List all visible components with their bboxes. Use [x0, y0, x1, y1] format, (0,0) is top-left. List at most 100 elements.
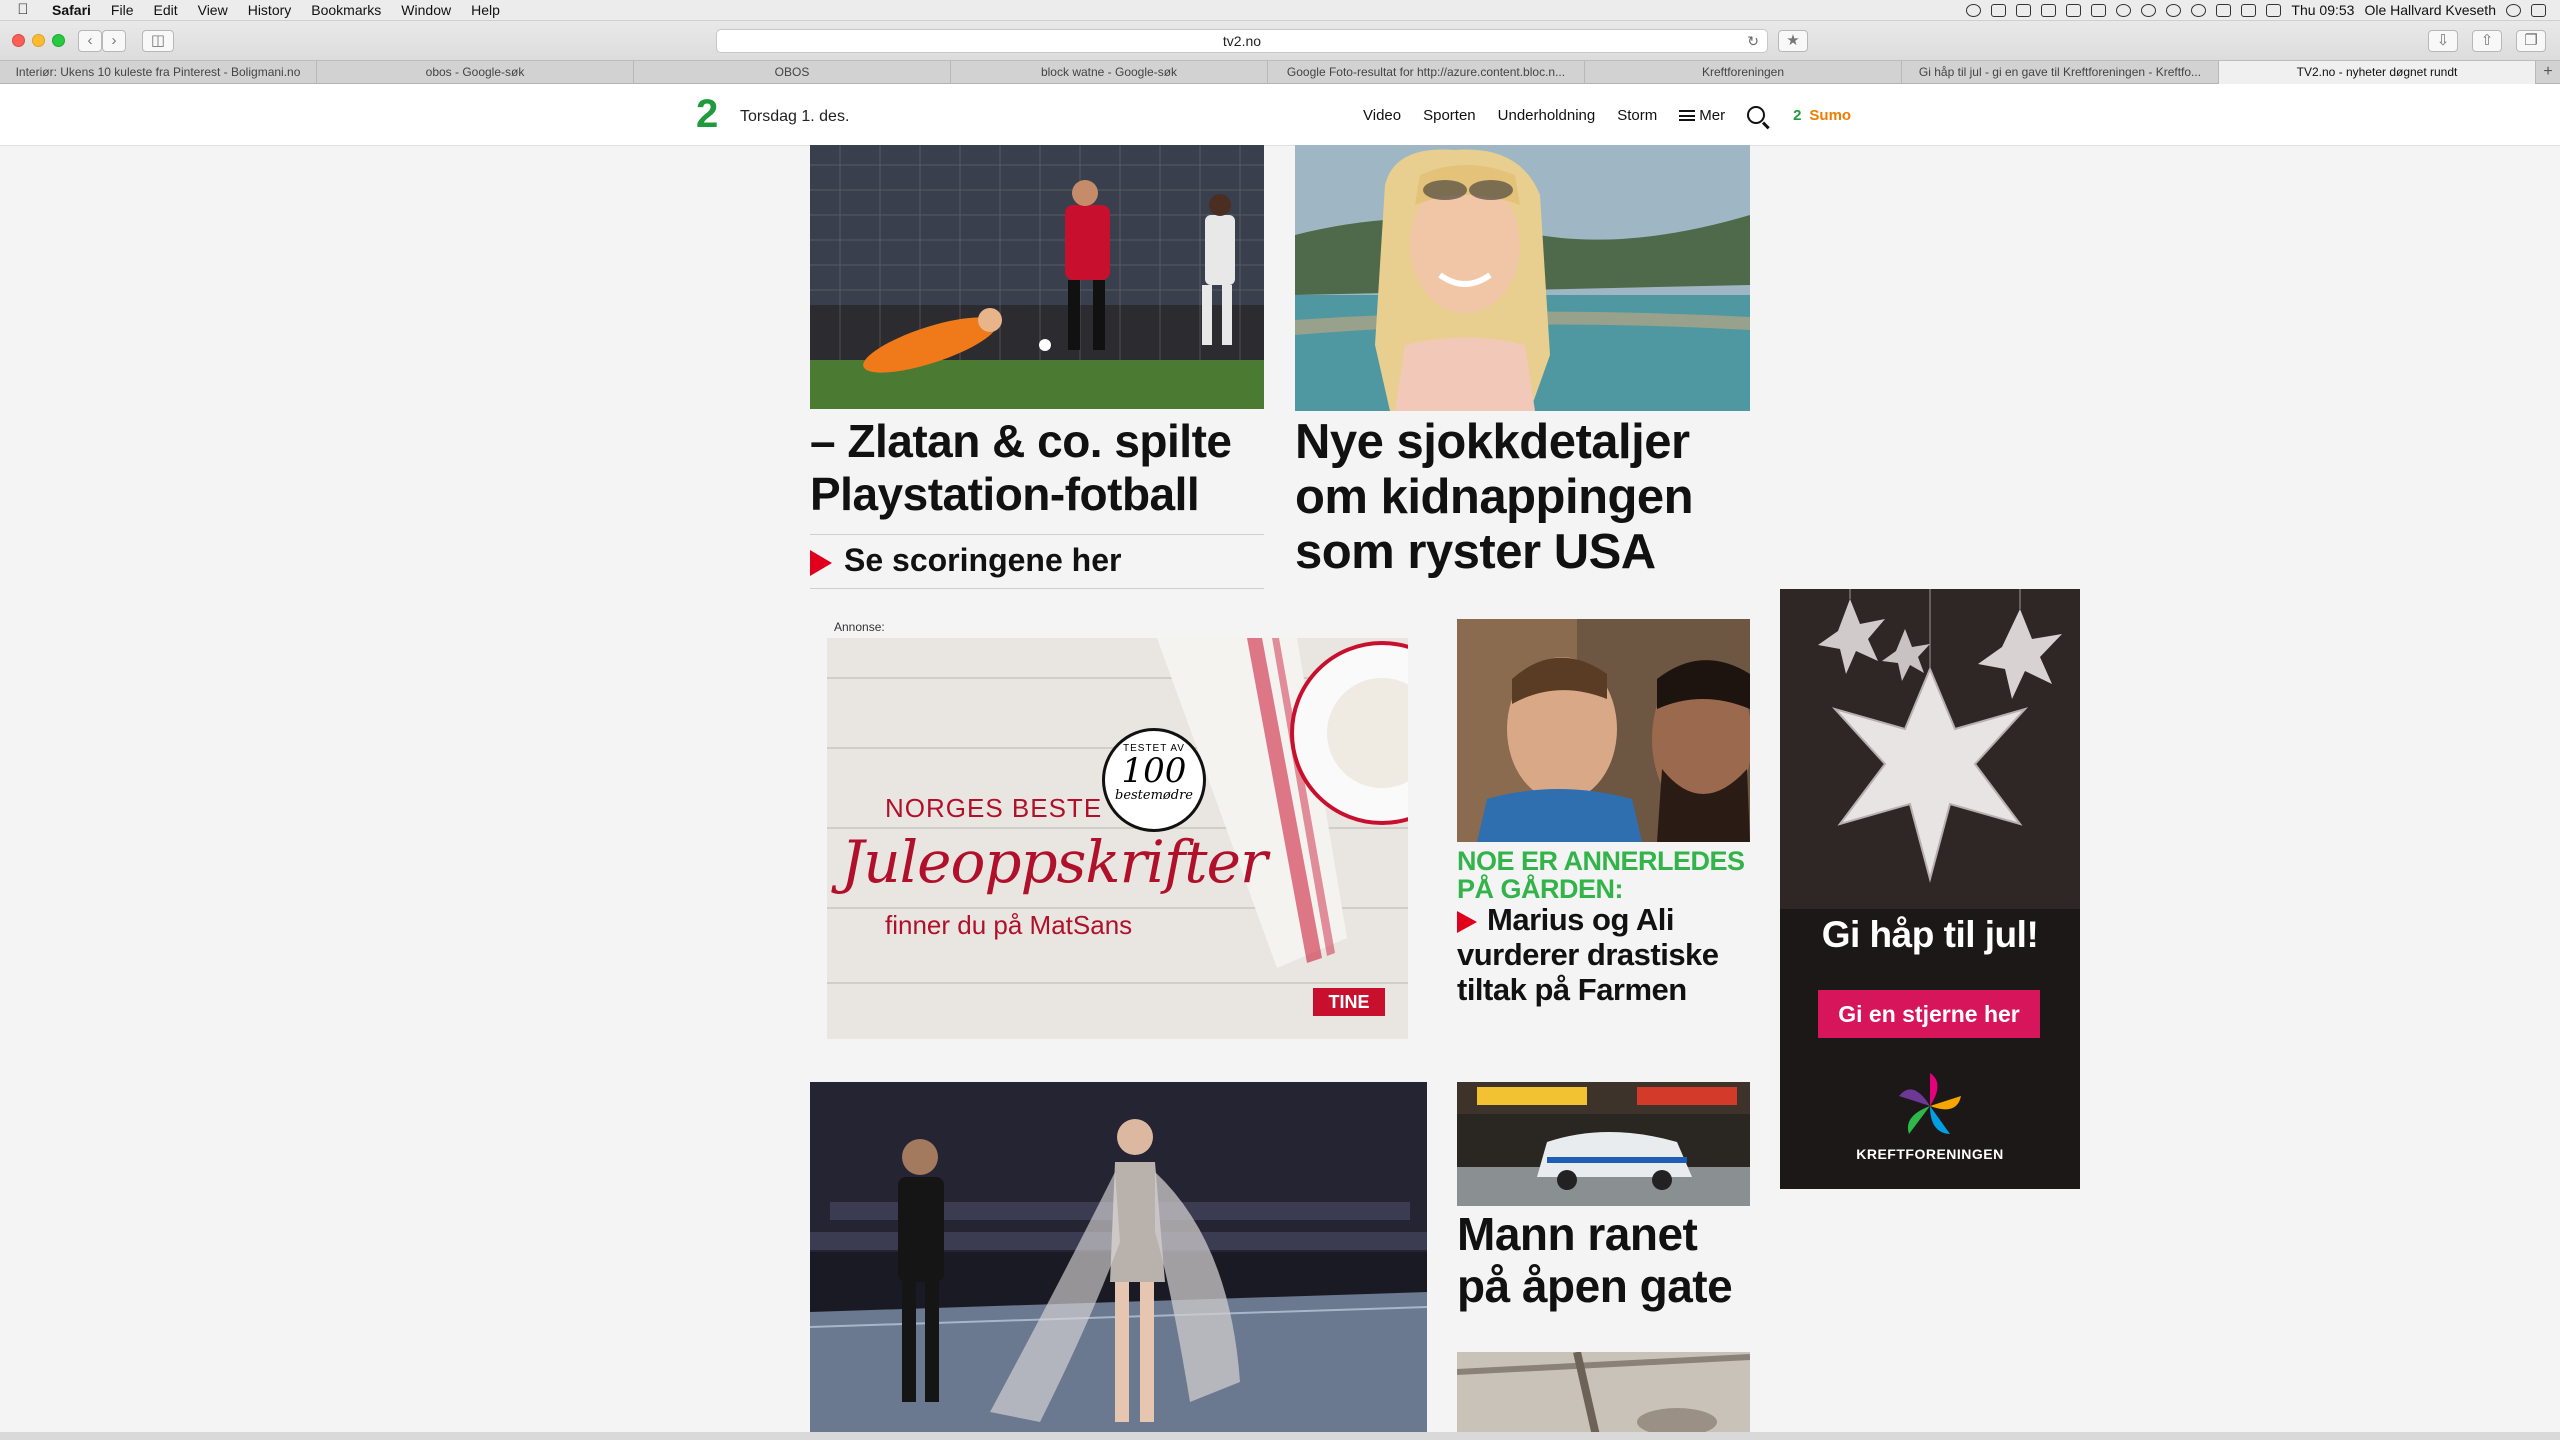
- next-article-photo: [1457, 1352, 1750, 1440]
- tab-obos-search[interactable]: obos - Google-søk: [317, 61, 634, 84]
- share-button[interactable]: ⇧: [2472, 30, 2502, 52]
- play-icon: [1457, 910, 1477, 933]
- next-article-image[interactable]: [1457, 1352, 1750, 1440]
- menu-help[interactable]: Help: [461, 0, 510, 21]
- tab-obos[interactable]: OBOS: [634, 61, 951, 84]
- screen-icon[interactable]: [2041, 3, 2057, 17]
- kreftforeningen-ad[interactable]: Gi håp til jul! Gi en stjerne her KREFTF…: [1780, 589, 2080, 1189]
- runway-image[interactable]: [810, 1082, 1427, 1440]
- ran-headline-line1: Mann ranet: [1457, 1208, 1698, 1260]
- tine-logo: TINE: [1313, 988, 1385, 1016]
- tab-boligmani[interactable]: Interiør: Ukens 10 kuleste fra Pinterest…: [0, 61, 317, 84]
- box-icon[interactable]: [2091, 3, 2107, 17]
- apple-icon[interactable]: : [14, 1, 32, 19]
- nav-mer-label: Mer: [1699, 106, 1726, 124]
- tab-block-watne[interactable]: block watne - Google-søk: [951, 61, 1268, 84]
- back-button[interactable]: ‹: [78, 30, 102, 52]
- sumo-label: Sumo: [1809, 106, 1852, 124]
- menu-history[interactable]: History: [238, 0, 302, 21]
- nav-sporten[interactable]: Sporten: [1423, 107, 1476, 124]
- airplay-icon[interactable]: [2216, 3, 2232, 17]
- url-text: tv2.no: [1222, 33, 1262, 49]
- farmen-image[interactable]: [1457, 619, 1750, 842]
- close-window-button[interactable]: [12, 34, 25, 47]
- notification-center-icon[interactable]: [2531, 3, 2546, 17]
- address-bar[interactable]: tv2.no ↻: [716, 29, 1768, 53]
- spotlight-icon[interactable]: [2506, 3, 2521, 17]
- zoom-window-button[interactable]: [52, 34, 65, 47]
- nav-storm[interactable]: Storm: [1617, 107, 1657, 124]
- time-machine-icon[interactable]: [2141, 3, 2157, 17]
- user-name[interactable]: Ole Hallvard Kveseth: [2364, 2, 2496, 18]
- menu-app[interactable]: Safari: [42, 0, 101, 21]
- wifi-icon[interactable]: [2191, 3, 2207, 17]
- sumo-logo: 2: [1793, 106, 1802, 124]
- farmen-headline[interactable]: Marius og Ali vurderer drastiske tiltak …: [1457, 902, 1719, 1007]
- downloads-button[interactable]: ⇩: [2428, 30, 2458, 52]
- site-header: 2 Torsdag 1. des. Video Sporten Underhol…: [0, 84, 2560, 146]
- clock[interactable]: Thu 09:53: [2291, 2, 2354, 18]
- runway-photo: [810, 1082, 1427, 1440]
- browser-toolbar: ‹ › ◫ tv2.no ↻ ★ ⇩ ⇧ ❐: [0, 21, 2560, 61]
- menu-bookmarks[interactable]: Bookmarks: [301, 0, 391, 21]
- search-icon[interactable]: [1747, 106, 1766, 124]
- bestemodre-stamp: TESTET AV 100 bestemødre: [1102, 728, 1206, 832]
- nav-video[interactable]: Video: [1363, 107, 1401, 124]
- sidebar-button[interactable]: ◫: [142, 30, 174, 52]
- football-headline[interactable]: – Zlatan & co. spilte Playstation-fotbal…: [810, 415, 1232, 521]
- tabs-overview-button[interactable]: ❐: [2516, 30, 2546, 52]
- football-sub-link[interactable]: Se scoringene her: [810, 542, 1121, 579]
- kidnap-image[interactable]: [1295, 145, 1750, 411]
- farmen-headline-line1: Marius og Ali: [1487, 902, 1674, 937]
- kidnap-headline[interactable]: Nye sjokkdetaljer om kidnappingen som ry…: [1295, 415, 1694, 580]
- farmen-kicker-line1: NOE ER ANNERLEDES: [1457, 846, 1745, 876]
- horizontal-scrollbar[interactable]: [0, 1432, 2560, 1440]
- menu-icon: [1679, 110, 1696, 122]
- tab-tv2[interactable]: TV2.no - nyheter døgnet rundt: [2219, 61, 2536, 84]
- tab-kreftforeningen[interactable]: Kreftforeningen: [1585, 61, 1902, 84]
- kreft-flower-icon: [1899, 1073, 1961, 1134]
- kreft-title: Gi håp til jul!: [1821, 914, 2039, 955]
- menu-window[interactable]: Window: [391, 0, 461, 21]
- kreft-brand: KREFTFORENINGEN: [1856, 1146, 2004, 1162]
- reload-icon[interactable]: ↻: [1747, 30, 1759, 52]
- volume-icon[interactable]: [2241, 3, 2257, 17]
- download-icon: ⇩: [2436, 32, 2450, 49]
- farmen-kicker-line2: PÅ GÅRDEN:: [1457, 873, 1624, 904]
- minimize-window-button[interactable]: [32, 34, 45, 47]
- football-headline-line1: – Zlatan & co. spilte: [810, 415, 1232, 467]
- tab-google-foto[interactable]: Google Foto-resultat for http://azure.co…: [1268, 61, 1585, 84]
- dropbox-icon[interactable]: [2066, 3, 2082, 17]
- ran-headline-line2: på åpen gate: [1457, 1260, 1733, 1313]
- ad-label: Annonse:: [834, 620, 885, 634]
- nav-mer[interactable]: Mer: [1679, 107, 1725, 124]
- tine-line3: finner du på MatSans: [885, 910, 1133, 940]
- gi-stjerne-button[interactable]: Gi en stjerne her: [1818, 990, 2040, 1038]
- football-image[interactable]: [810, 145, 1264, 409]
- reader-button[interactable]: ★: [1778, 30, 1808, 52]
- football-sub-text: Se scoringene her: [844, 542, 1122, 578]
- forward-button[interactable]: ›: [102, 30, 126, 52]
- tine-line2: Juleoppskrifter: [841, 828, 1268, 896]
- ran-headline[interactable]: Mann ranet på åpen gate: [1457, 1208, 1733, 1313]
- menu-file[interactable]: File: [101, 0, 144, 21]
- new-tab-button[interactable]: +: [2536, 61, 2560, 83]
- creative-cloud-icon[interactable]: [1966, 3, 1982, 17]
- kidnap-headline-line1: Nye sjokkdetaljer: [1295, 415, 1690, 469]
- sync-icon[interactable]: [2116, 3, 2132, 17]
- ran-image[interactable]: [1457, 1082, 1750, 1206]
- printer-icon[interactable]: [1991, 3, 2007, 17]
- evernote-icon[interactable]: [2016, 3, 2032, 17]
- tine-ad[interactable]: TESTET AV 100 bestemødre NORGES BESTE Ju…: [827, 638, 1408, 1039]
- tab-gi-hap[interactable]: Gi håp til jul - gi en gave til Kreftfor…: [1902, 61, 2219, 84]
- tv2-logo[interactable]: 2: [696, 94, 718, 134]
- menu-edit[interactable]: Edit: [143, 0, 187, 21]
- chevron-left-icon: ‹: [87, 32, 93, 49]
- tab-bar: Interiør: Ukens 10 kuleste fra Pinterest…: [0, 61, 2560, 84]
- menu-view[interactable]: View: [188, 0, 238, 21]
- nav-underholdning[interactable]: Underholdning: [1498, 107, 1596, 124]
- bluetooth-icon[interactable]: [2166, 3, 2182, 17]
- nav-sumo[interactable]: 2 Sumo: [1793, 107, 1851, 124]
- battery-icon[interactable]: [2266, 3, 2282, 17]
- chevron-right-icon: ›: [111, 32, 117, 49]
